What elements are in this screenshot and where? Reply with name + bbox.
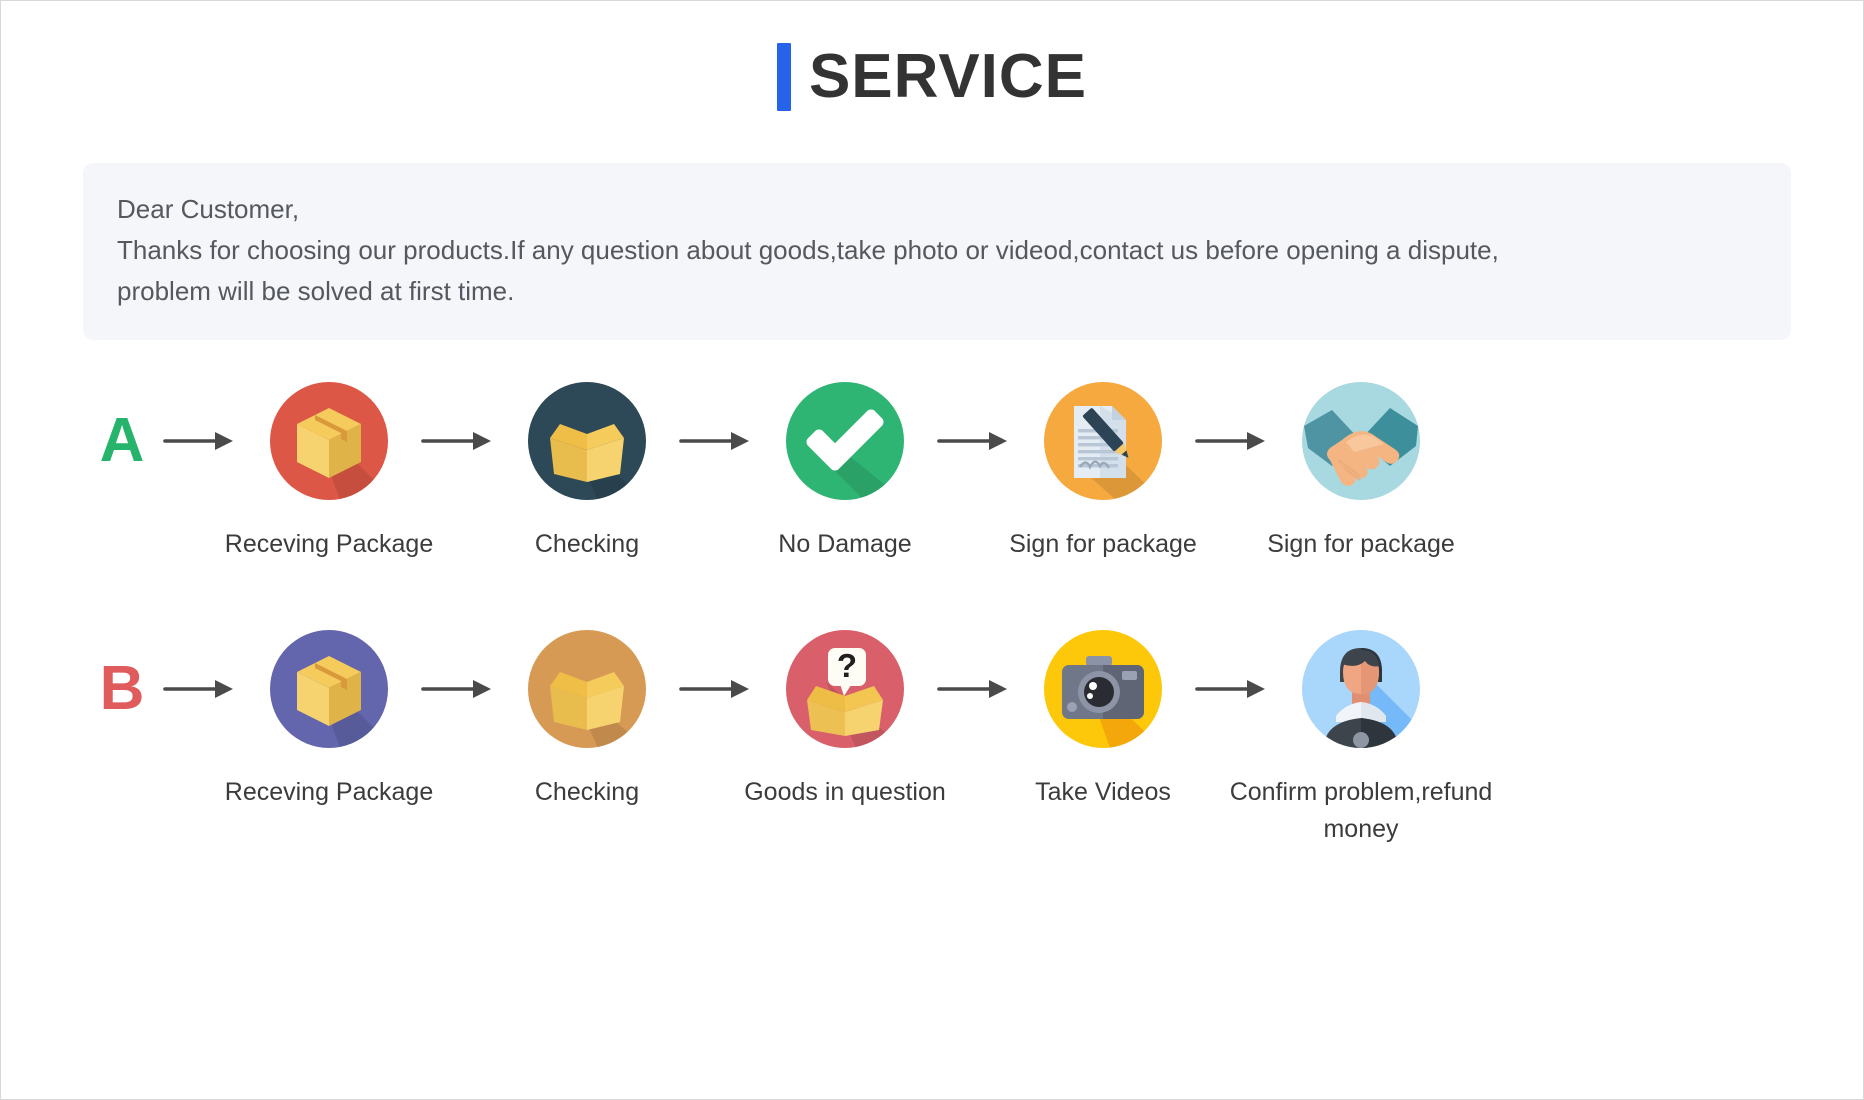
flow-step: Receving Package — [225, 630, 433, 810]
open-box-icon — [528, 382, 646, 501]
arrow-right-icon — [415, 630, 501, 748]
arrow-right-icon — [673, 382, 759, 500]
flow-row-b: B Receving Package Checking? Goods in quest… — [1, 630, 1863, 847]
flow-label-a: A — [99, 406, 145, 476]
arrow-right-icon — [931, 630, 1017, 748]
check-mark-icon — [786, 382, 904, 501]
title-text: SERVICE — [808, 42, 1088, 111]
flow-row-a: A Receving Package Checking No Damage Sign f… — [1, 382, 1863, 562]
document-signing-icon — [1044, 382, 1162, 501]
notice-line-1: Dear Customer, — [117, 194, 300, 224]
flow-step: Confirm problem,refund money — [1230, 630, 1492, 847]
flow-step: Receving Package — [225, 382, 433, 562]
flow-step: No Damage — [759, 382, 931, 562]
arrow-right-icon — [1189, 630, 1275, 748]
page-title: SERVICE — [1, 43, 1863, 111]
flow-step-label: Checking — [534, 530, 640, 559]
flow-step: Sign for package — [1267, 382, 1455, 562]
arrow-right-icon — [673, 630, 759, 748]
flow-step-label: Receving Package — [224, 530, 434, 559]
flow-step: Take Videos — [1017, 630, 1189, 810]
flow-label-b: B — [99, 654, 145, 724]
arrow-right-icon — [415, 382, 501, 500]
open-box-icon — [528, 630, 646, 749]
flow-step: Checking — [501, 382, 673, 562]
flow-step-label: Take Videos — [1035, 778, 1171, 807]
package-box-icon — [270, 630, 388, 749]
flow-step: ? Goods in question — [744, 630, 946, 810]
arrow-right-icon — [157, 630, 243, 748]
flow-step-label: Sign for package — [1267, 530, 1455, 559]
flow-step-label: Checking — [534, 778, 640, 807]
question-box-icon: ? — [786, 630, 904, 749]
notice-line-2: Thanks for choosing our products.If any … — [117, 235, 1499, 266]
flow-step-label: Confirm problem,refund money — [1229, 778, 1493, 843]
support-person-icon — [1302, 630, 1420, 749]
flow-step-label: No Damage — [778, 530, 912, 559]
notice-line-3: problem will be solved at first time. — [117, 276, 515, 307]
flow-step: Sign for package — [1009, 382, 1197, 562]
customer-notice: Dear Customer, Thanks for choosing our p… — [83, 163, 1791, 341]
service-flows: A Receving Package Checking No Damage Sign f… — [1, 382, 1863, 847]
arrow-right-icon — [1189, 382, 1275, 500]
svg-text:?: ? — [837, 647, 857, 684]
arrow-right-icon — [157, 382, 243, 500]
flow-step: Checking — [501, 630, 673, 810]
flow-step-label: Receving Package — [224, 778, 434, 807]
flow-step-label: Sign for package — [1009, 530, 1197, 559]
arrow-right-icon — [931, 382, 1017, 500]
camera-icon — [1044, 630, 1162, 749]
package-box-icon — [270, 382, 388, 501]
title-accent-bar — [776, 43, 791, 111]
handshake-icon — [1302, 382, 1420, 501]
flow-step-label: Goods in question — [744, 778, 946, 807]
service-banner: SERVICE Dear Customer, Thanks for choosi… — [0, 0, 1864, 1100]
